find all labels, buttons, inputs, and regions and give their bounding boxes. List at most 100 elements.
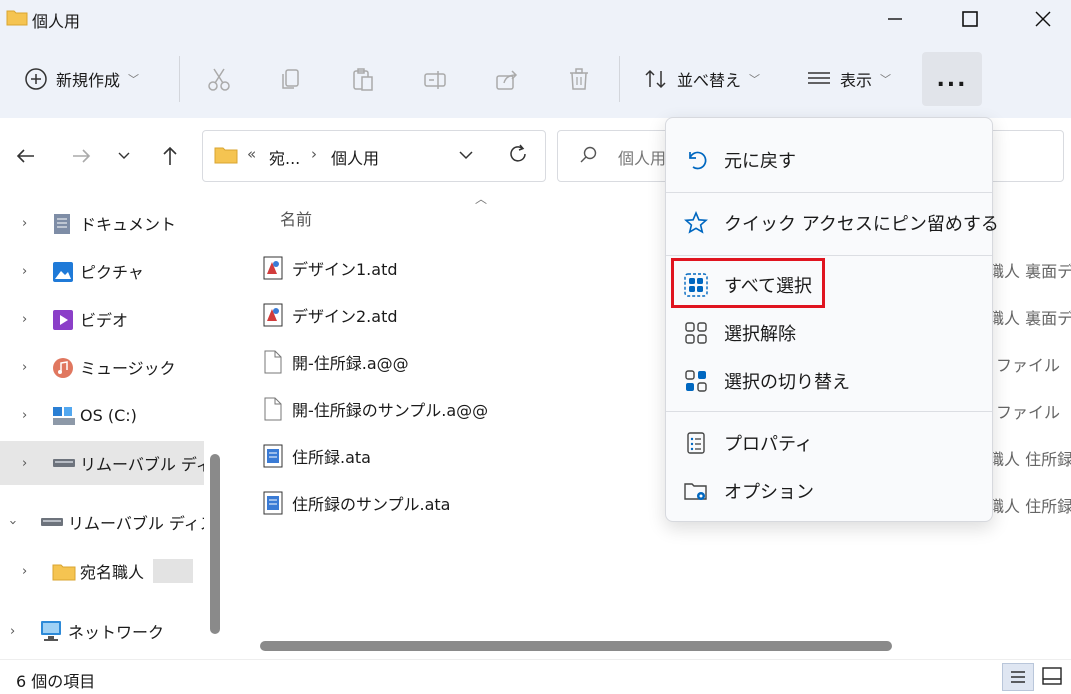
- delete-icon[interactable]: [566, 67, 592, 93]
- up-arrow-icon[interactable]: [158, 144, 182, 168]
- maximize-icon[interactable]: [955, 4, 985, 34]
- status-bar: 6 個の項目: [0, 659, 1071, 692]
- atd-file-icon: [263, 303, 283, 327]
- paste-icon[interactable]: [350, 67, 376, 93]
- view-button[interactable]: 表示 ﹀: [806, 56, 891, 102]
- more-options-button[interactable]: ...: [922, 52, 982, 106]
- sidebar-scrollbar-thumb[interactable]: [210, 454, 220, 634]
- file-name: デザイン1.atd: [292, 260, 398, 279]
- menu-item-select-none[interactable]: 選択解除: [666, 311, 992, 355]
- menu-item-label: クイック アクセスにピン留めする: [724, 214, 999, 235]
- blank-file-icon: [264, 350, 282, 374]
- file-type: ファイル: [996, 356, 1061, 375]
- redacted-block: [153, 559, 193, 583]
- chevron-right-icon[interactable]: ›: [22, 360, 27, 375]
- file-row[interactable]: 住所録.ata: [262, 436, 371, 476]
- sidebar-item-label: 宛名職人: [80, 563, 145, 582]
- menu-item-properties[interactable]: プロパティ: [666, 421, 992, 465]
- chevron-right-icon[interactable]: ›: [22, 264, 27, 279]
- refresh-icon[interactable]: [507, 143, 529, 165]
- chevron-right-icon[interactable]: ›: [22, 408, 27, 423]
- copy-icon[interactable]: [278, 67, 304, 93]
- navigation-pane: › ドキュメント › ピクチャ › ビデオ › ミュージック › OS (C:)…: [0, 196, 204, 659]
- sort-button[interactable]: 並べ替え ﹀: [643, 56, 760, 102]
- close-icon[interactable]: [1028, 4, 1058, 34]
- network-icon: [41, 621, 61, 641]
- minimize-icon[interactable]: [880, 4, 910, 34]
- chevron-down-icon[interactable]: [457, 146, 475, 164]
- cut-icon[interactable]: [206, 67, 232, 93]
- chevron-down-icon: ﹀: [880, 73, 892, 86]
- menu-item-pin-quick-access[interactable]: クイック アクセスにピン留めする: [666, 201, 999, 245]
- sidebar-item-label: リムーバブル ディス: [80, 455, 204, 474]
- more-icon: ...: [936, 66, 968, 92]
- chevron-right-icon[interactable]: ›: [22, 216, 27, 231]
- file-row[interactable]: 開-住所録のサンプル.a@@: [262, 389, 488, 429]
- invert-selection-icon: [685, 370, 707, 392]
- ata-file-icon: [263, 491, 283, 515]
- file-row[interactable]: デザイン1.atd: [262, 248, 398, 288]
- menu-item-invert-selection[interactable]: 選択の切り替え: [666, 359, 992, 403]
- tiles-view-icon[interactable]: [1040, 665, 1064, 687]
- sidebar-item-videos[interactable]: › ビデオ: [0, 297, 204, 341]
- search-icon: [580, 146, 597, 163]
- menu-item-undo[interactable]: 元に戻す: [666, 138, 992, 182]
- ata-file-icon: [263, 444, 283, 468]
- menu-item-label: 選択解除: [724, 324, 796, 345]
- undo-icon: [689, 151, 707, 170]
- options-icon: [684, 483, 707, 500]
- file-row[interactable]: 開-住所録.a@@: [262, 342, 409, 382]
- column-header-name[interactable]: 名前: [280, 206, 312, 230]
- menu-item-label: プロパティ: [724, 434, 813, 455]
- file-type: 職人 裏面デ: [988, 309, 1071, 328]
- sidebar-item-label: ドキュメント: [80, 215, 177, 234]
- menu-item-options[interactable]: オプション: [666, 469, 992, 513]
- atd-file-icon: [263, 256, 283, 280]
- horizontal-scrollbar-thumb[interactable]: [260, 641, 892, 651]
- file-row[interactable]: デザイン2.atd: [262, 295, 398, 335]
- sidebar-item-atena[interactable]: › 宛名職人: [0, 549, 204, 593]
- sidebar-item-label: ピクチャ: [80, 263, 144, 282]
- breadcrumb-current[interactable]: 個人用: [331, 145, 379, 169]
- file-type: ファイル: [996, 403, 1061, 422]
- command-bar: [0, 38, 1071, 119]
- more-options-menu: 元に戻す クイック アクセスにピン留めする すべて選択 選択解除 選択の切り替え…: [665, 117, 999, 522]
- sidebar-item-removable-disk-expanded[interactable]: › リムーバブル ディスク: [0, 500, 204, 544]
- details-view-button[interactable]: [1002, 663, 1034, 691]
- sidebar-item-label: ビデオ: [80, 311, 129, 330]
- chevron-down-icon[interactable]: ›: [5, 519, 20, 524]
- document-icon: [54, 214, 70, 234]
- menu-separator: [666, 192, 992, 193]
- toolbar-separator: [179, 56, 180, 102]
- sidebar-item-label: OS (C:): [80, 405, 137, 425]
- chevron-right-icon[interactable]: ›: [22, 456, 27, 471]
- chevron-right-icon[interactable]: ›: [10, 624, 15, 639]
- chevron-right-icon[interactable]: ›: [22, 312, 27, 327]
- breadcrumb-overflow[interactable]: «: [247, 145, 256, 163]
- menu-item-label: オプション: [724, 482, 814, 503]
- file-name: 住所録のサンプル.ata: [292, 495, 451, 514]
- forward-arrow-icon[interactable]: [69, 144, 93, 168]
- file-type: 職人 裏面デ: [988, 262, 1071, 281]
- back-arrow-icon[interactable]: [14, 144, 38, 168]
- sidebar-item-music[interactable]: › ミュージック: [0, 345, 204, 389]
- share-icon[interactable]: [494, 67, 520, 93]
- chevron-right-icon[interactable]: ›: [22, 564, 27, 579]
- sidebar-item-removable-disk[interactable]: › リムーバブル ディス: [0, 441, 204, 485]
- breadcrumb-separator[interactable]: ›: [311, 145, 317, 163]
- menu-item-label: 元に戻す: [724, 151, 796, 172]
- breadcrumb-item[interactable]: 宛...: [269, 145, 300, 169]
- recent-chevron-icon[interactable]: [116, 148, 132, 164]
- file-type: 職人 住所録: [988, 497, 1071, 516]
- sidebar-item-label: ミュージック: [80, 359, 176, 378]
- rename-icon[interactable]: [422, 67, 448, 93]
- file-row[interactable]: 住所録のサンプル.ata: [262, 483, 451, 523]
- sidebar-item-network[interactable]: › ネットワーク: [0, 609, 204, 653]
- search-placeholder: 個人用: [618, 149, 667, 168]
- sidebar-item-documents[interactable]: › ドキュメント: [0, 201, 204, 245]
- new-button[interactable]: 新規作成 ﹀: [24, 56, 139, 102]
- sidebar-item-pictures[interactable]: › ピクチャ: [0, 249, 204, 293]
- file-name: 住所録.ata: [292, 448, 371, 467]
- sidebar-item-os-drive[interactable]: › OS (C:): [0, 393, 204, 437]
- toolbar-separator: [619, 56, 620, 102]
